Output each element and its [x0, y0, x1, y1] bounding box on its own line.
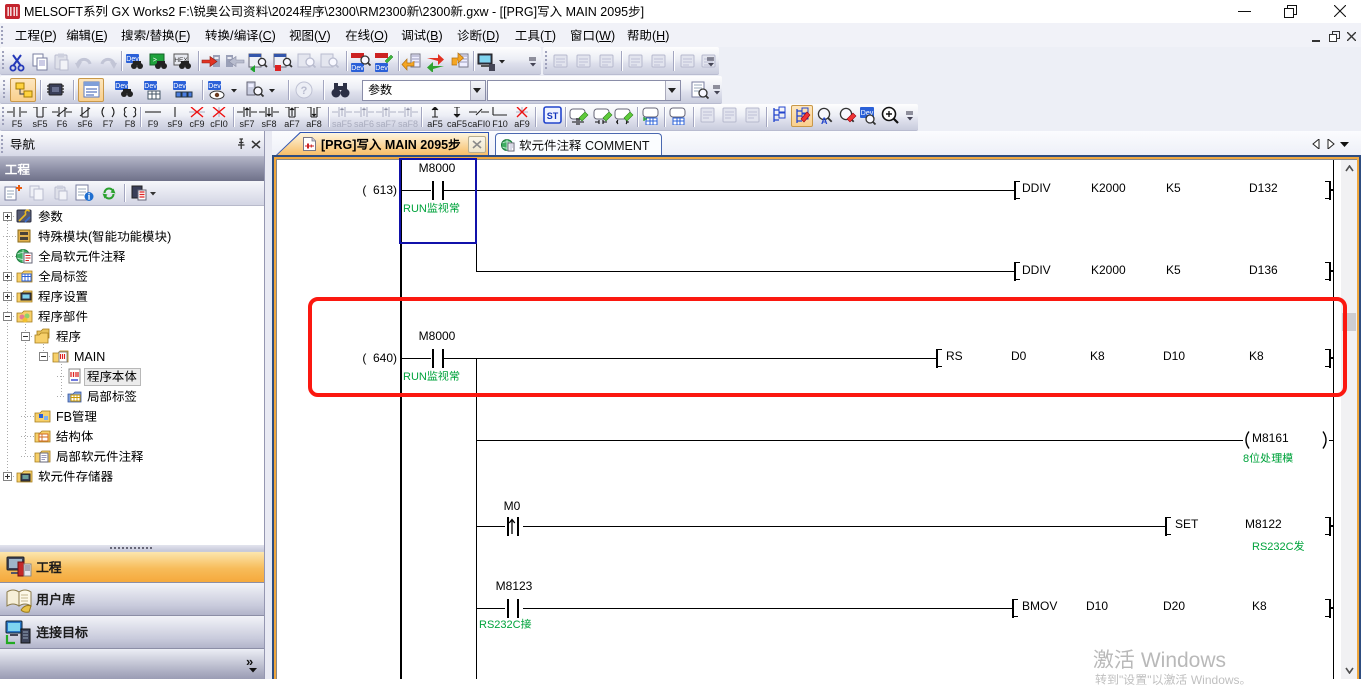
svg-text:?: ?: [301, 85, 308, 97]
svg-text:Dev: Dev: [144, 83, 157, 90]
svg-text:Dev: Dev: [208, 83, 221, 90]
svg-text:Dev: Dev: [351, 65, 364, 72]
svg-text:Dev: Dev: [173, 83, 186, 90]
svg-text:Dev: Dev: [115, 83, 128, 90]
svg-text:A: A: [821, 116, 828, 125]
svg-text:ST: ST: [547, 111, 559, 121]
svg-text:Dev: Dev: [375, 65, 388, 72]
